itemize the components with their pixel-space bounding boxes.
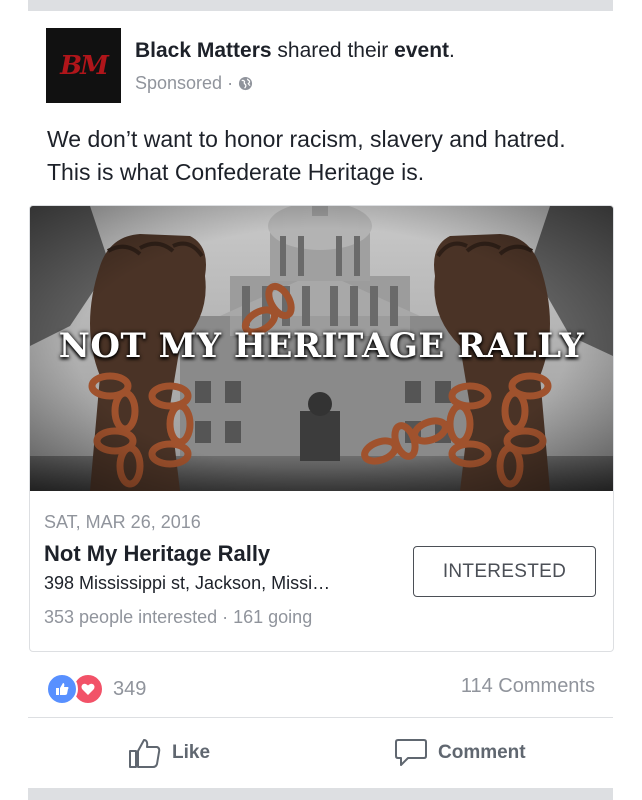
event-details: SAT, MAR 26, 2016 Not My Heritage Rally …: [30, 491, 613, 651]
event-date: SAT, MAR 26, 2016: [44, 512, 201, 532]
comments-count-link[interactable]: 114 Comments: [461, 675, 595, 698]
like-label: Like: [172, 742, 211, 763]
like-reaction-icon: [46, 673, 78, 705]
feed-separator-top: [28, 0, 613, 11]
interested-button[interactable]: INTERESTED: [413, 546, 596, 597]
avatar-logo-text: BM: [60, 50, 109, 81]
cover-image-title: NOT MY HERITAGE RALLY: [58, 326, 585, 366]
actions-divider: [28, 717, 613, 718]
event-address: 398 Mississippi st, Jackson, Missi…: [44, 573, 331, 593]
header-action-text: shared their: [277, 39, 389, 62]
sponsored-label[interactable]: Sponsored: [135, 73, 222, 94]
sponsored-post: BM Black Matters shared their event. Spo…: [28, 11, 614, 788]
globe-icon: [239, 76, 253, 91]
event-card[interactable]: NOT MY HERITAGE RALLY SAT, MAR 26, 2016 …: [29, 205, 614, 652]
event-title[interactable]: Not My Heritage Rally: [44, 541, 270, 567]
reaction-count: 349: [113, 677, 147, 700]
reaction-summary[interactable]: 349: [46, 673, 146, 705]
thumbs-up-icon: [129, 739, 161, 768]
event-stats: 353 people interested · 161 going: [44, 607, 313, 627]
post-header: BM Black Matters shared their event. Spo…: [46, 28, 606, 103]
header-period: .: [449, 39, 455, 62]
event-link[interactable]: event: [394, 39, 449, 62]
comment-label: Comment: [438, 742, 526, 763]
feed-separator-bottom: [28, 788, 613, 800]
page-avatar[interactable]: BM: [46, 28, 121, 103]
comment-bubble-icon: [395, 739, 427, 766]
post-meta: Sponsored ·: [135, 73, 253, 94]
like-button[interactable]: Like: [128, 737, 210, 769]
meta-separator: ·: [227, 73, 234, 93]
post-body-text: We don’t want to honor racism, slavery a…: [47, 126, 566, 185]
comment-button[interactable]: Comment: [394, 737, 526, 769]
post-header-line: Black Matters shared their event.: [135, 39, 455, 63]
page-name-link[interactable]: Black Matters: [135, 39, 272, 62]
